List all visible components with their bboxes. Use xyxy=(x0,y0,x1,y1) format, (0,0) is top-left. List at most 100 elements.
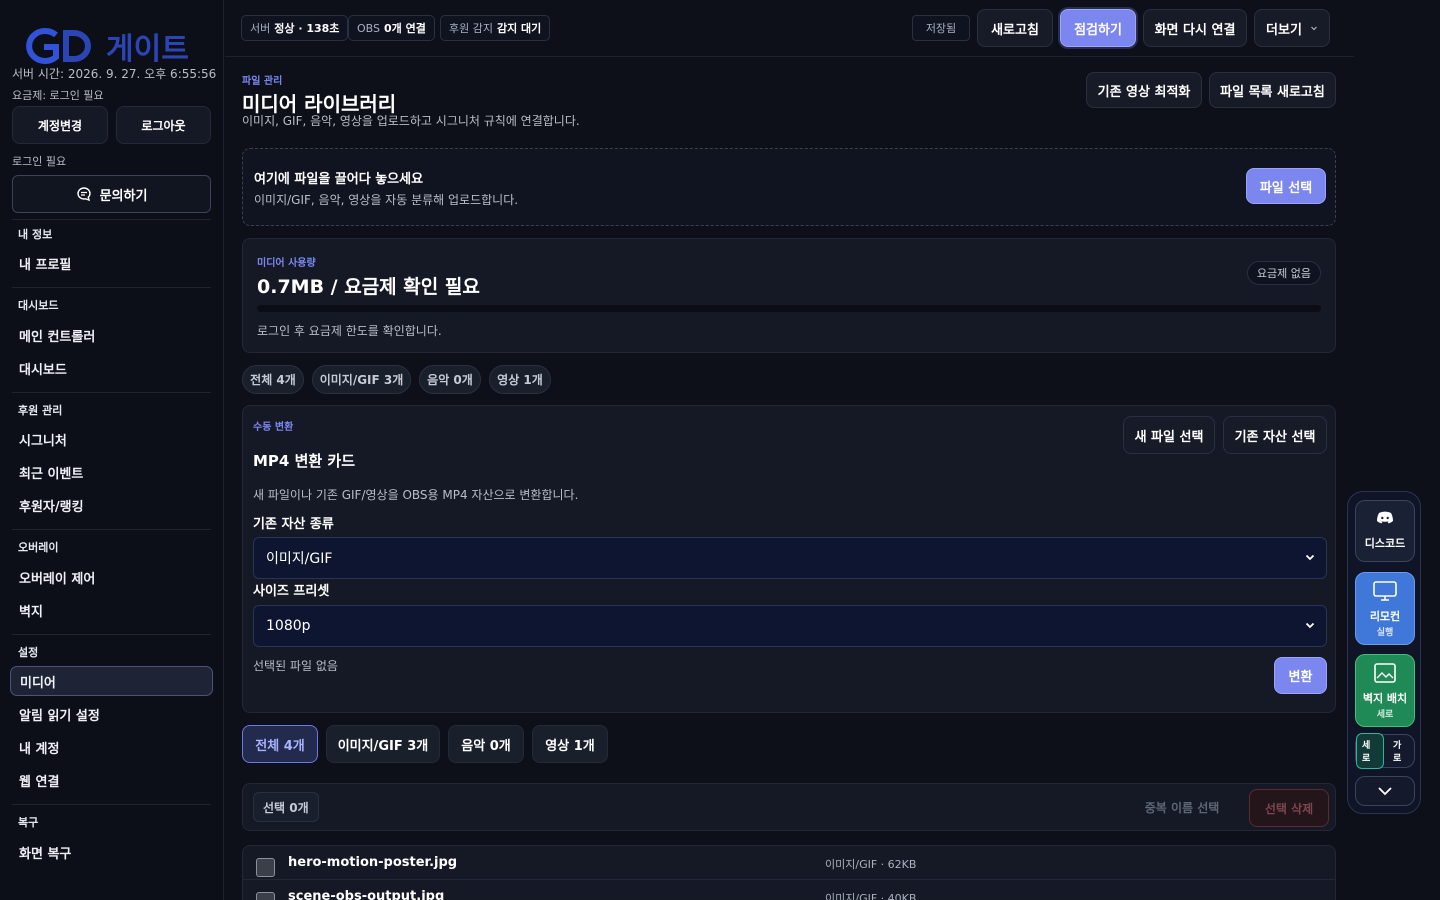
inspect-button[interactable]: 점검하기 xyxy=(1060,9,1136,47)
sidebar-item-profile[interactable]: 내 프로필 xyxy=(10,248,213,278)
filter-tab-music[interactable]: 음악 0개 xyxy=(448,725,524,763)
collapse-dock-button[interactable] xyxy=(1355,776,1415,806)
remote-sub-label: 실행 xyxy=(1376,627,1394,638)
remote-button[interactable]: 리모컨 실행 xyxy=(1355,572,1415,645)
section-overlay: 오버레이 xyxy=(18,541,59,554)
account-change-button[interactable]: 계정변경 xyxy=(12,106,108,144)
no-file-selected-text: 선택된 파일 없음 xyxy=(253,659,338,673)
donation-status-chip: 후원 감지 감지 대기 xyxy=(440,15,551,41)
plan-badge: 요금제 없음 xyxy=(1246,261,1321,285)
file-row[interactable]: scene-obs-output.jpg 이미지/GIF · 40KB xyxy=(243,880,1335,900)
section-my-info: 내 정보 xyxy=(18,228,53,241)
usage-value: 0.7MB / 요금제 확인 필요 xyxy=(257,276,480,298)
selection-toolbar: 선택 0개 중복 이름 선택 선택 삭제 xyxy=(242,783,1336,831)
size-preset-select[interactable]: 1080p xyxy=(253,605,1327,647)
more-button[interactable]: 더보기 xyxy=(1254,9,1330,47)
file-name: hero-motion-poster.jpg xyxy=(288,855,458,870)
dropzone-description: 이미지/GIF, 음악, 영상을 자동 분류해 업로드합니다. xyxy=(254,193,519,207)
remote-label: 리모컨 xyxy=(1369,609,1401,623)
donation-status-value: 감지 대기 xyxy=(496,22,542,35)
server-status-value: 정상 · 138초 xyxy=(274,22,340,35)
reconnect-screen-button[interactable]: 화면 다시 연결 xyxy=(1143,9,1247,47)
sidebar-item-overlay-control[interactable]: 오버레이 제어 xyxy=(10,562,213,592)
asset-type-value: 이미지/GIF xyxy=(266,551,333,567)
sidebar-divider xyxy=(12,219,211,220)
size-preset-value: 1080p xyxy=(266,618,311,634)
wallpaper-layout-sub-label: 세로 xyxy=(1376,709,1394,720)
media-usage-card: 미디어 사용량 0.7MB / 요금제 확인 필요 요금제 없음 로그인 후 요… xyxy=(242,238,1336,353)
donation-status-label: 후원 감지 xyxy=(449,22,493,35)
convert-button[interactable]: 변환 xyxy=(1274,657,1327,694)
discord-button[interactable]: 디스코드 xyxy=(1355,500,1415,562)
asset-type-select[interactable]: 이미지/GIF xyxy=(253,537,1327,579)
choose-file-button[interactable]: 파일 선택 xyxy=(1246,168,1326,204)
optimize-videos-button[interactable]: 기존 영상 최적화 xyxy=(1086,72,1202,108)
delete-selected-button[interactable]: 선택 삭제 xyxy=(1249,789,1329,827)
orientation-vertical-option[interactable]: 세로 xyxy=(1356,733,1384,769)
plan-status: 요금제: 로그인 필요 xyxy=(12,89,104,102)
sidebar-item-media[interactable]: 미디어 xyxy=(10,666,213,696)
discord-icon xyxy=(1377,511,1393,524)
file-list: hero-motion-poster.jpg 이미지/GIF · 62KB sc… xyxy=(242,845,1336,900)
existing-asset-button[interactable]: 기존 자산 선택 xyxy=(1223,416,1327,454)
sidebar: 게이트 서버 시간: 2026. 9. 27. 오후 6:55:56 요금제: … xyxy=(0,0,224,900)
image-icon xyxy=(1374,662,1396,683)
sidebar-item-my-account[interactable]: 내 계정 xyxy=(10,732,213,762)
converter-title: MP4 변환 카드 xyxy=(253,452,356,470)
refresh-file-list-button[interactable]: 파일 목록 새로고침 xyxy=(1209,72,1336,108)
section-settings: 설정 xyxy=(18,646,39,659)
chevron-down-icon xyxy=(1378,787,1392,796)
section-recovery: 복구 xyxy=(18,816,39,829)
sidebar-item-main-controller[interactable]: 메인 컨트롤러 xyxy=(10,320,213,350)
sidebar-item-dashboard[interactable]: 대시보드 xyxy=(10,353,213,383)
sidebar-item-alert-read[interactable]: 알림 읽기 설정 xyxy=(10,699,213,729)
sidebar-divider xyxy=(12,804,211,805)
filter-tab-image[interactable]: 이미지/GIF 3개 xyxy=(326,725,440,763)
sidebar-item-wallpaper[interactable]: 벽지 xyxy=(10,595,213,625)
summary-pill-all: 전체 4개 xyxy=(242,365,304,394)
logo-mark-icon xyxy=(26,28,91,64)
upload-dropzone[interactable]: 여기에 파일을 끌어다 놓으세요 이미지/GIF, 음악, 영상을 자동 분류해… xyxy=(242,148,1336,226)
orientation-horizontal-option[interactable]: 가로 xyxy=(1388,734,1414,768)
converter-description: 새 파일이나 기존 GIF/영상을 OBS용 MP4 자산으로 변환합니다. xyxy=(253,488,579,502)
obs-status-label: OBS xyxy=(357,21,380,35)
section-donation: 후원 관리 xyxy=(18,404,63,417)
chevron-down-icon xyxy=(1305,554,1315,561)
dropzone-title: 여기에 파일을 끌어다 놓으세요 xyxy=(254,172,424,187)
logout-button[interactable]: 로그아웃 xyxy=(116,106,211,144)
new-file-button[interactable]: 새 파일 선택 xyxy=(1123,416,1215,454)
usage-progress-bar xyxy=(257,305,1321,312)
file-checkbox[interactable] xyxy=(256,892,275,900)
asset-type-label: 기존 자산 종류 xyxy=(253,517,334,532)
top-bar: 서버 정상 · 138초 OBS 0개 연결 후원 감지 감지 대기 저장됨 새… xyxy=(225,0,1354,57)
chat-icon xyxy=(76,187,91,202)
inquiry-label: 문의하기 xyxy=(99,188,148,204)
sidebar-item-ranking[interactable]: 후원자/랭킹 xyxy=(10,490,213,520)
refresh-button[interactable]: 새로고침 xyxy=(977,9,1053,47)
sidebar-divider xyxy=(12,392,211,393)
more-label: 더보기 xyxy=(1266,22,1302,38)
wallpaper-layout-button[interactable]: 벽지 배치 세로 xyxy=(1355,654,1415,727)
file-meta: 이미지/GIF · 62KB xyxy=(825,858,917,871)
sidebar-item-recent-events[interactable]: 최근 이벤트 xyxy=(10,457,213,487)
wallpaper-layout-label: 벽지 배치 xyxy=(1362,691,1408,705)
filter-tab-video[interactable]: 영상 1개 xyxy=(532,725,608,763)
filter-tab-all[interactable]: 전체 4개 xyxy=(242,725,318,763)
logo-text: 게이트 xyxy=(106,32,189,67)
discord-label: 디스코드 xyxy=(1364,537,1406,550)
size-preset-label: 사이즈 프리셋 xyxy=(253,584,330,599)
converter-kicker: 수동 변환 xyxy=(253,422,294,433)
inquiry-button[interactable]: 문의하기 xyxy=(12,175,211,213)
orientation-toggle[interactable]: 세로 가로 xyxy=(1355,733,1415,769)
brand-logo[interactable]: 게이트 xyxy=(22,24,189,68)
file-row[interactable]: hero-motion-poster.jpg 이미지/GIF · 62KB xyxy=(243,846,1335,880)
sidebar-item-screen-recovery[interactable]: 화면 복구 xyxy=(10,837,213,867)
floating-dock: 디스코드 리모컨 실행 벽지 배치 세로 세로 가로 xyxy=(1347,491,1421,814)
sidebar-item-web-connect[interactable]: 웹 연결 xyxy=(10,765,213,795)
select-duplicates-button[interactable]: 중복 이름 선택 xyxy=(1127,792,1237,822)
file-checkbox[interactable] xyxy=(256,858,275,877)
chevron-down-icon xyxy=(1311,26,1317,31)
sidebar-item-signature[interactable]: 시그니처 xyxy=(10,424,213,454)
saved-indicator: 저장됨 xyxy=(912,15,970,41)
server-status-label: 서버 xyxy=(250,22,271,35)
